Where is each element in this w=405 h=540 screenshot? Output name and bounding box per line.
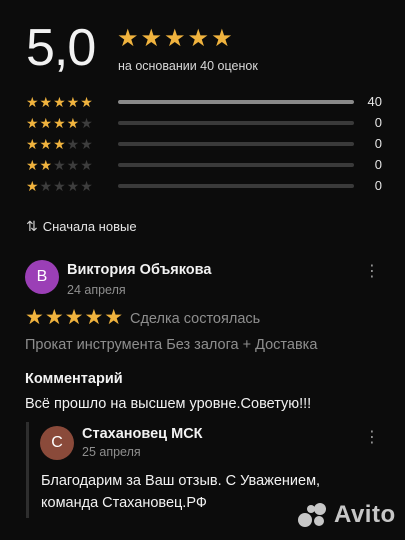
sort-arrows-icon: ⇅ bbox=[26, 218, 38, 234]
avatar[interactable]: В bbox=[25, 260, 59, 294]
review-service[interactable]: Прокат инструмента Без залога + Доставка bbox=[25, 337, 317, 353]
reply-date: 25 апреля bbox=[82, 445, 141, 459]
avito-logo-icon bbox=[298, 503, 328, 527]
breakdown-bar bbox=[118, 184, 354, 188]
comment-heading: Комментарий bbox=[25, 371, 123, 387]
rating-score: 5,0 bbox=[26, 19, 96, 77]
more-options-icon[interactable]: ⋮ bbox=[364, 264, 380, 280]
review-stars-icon: ★★★★★ bbox=[25, 306, 125, 329]
breakdown-count: 0 bbox=[374, 115, 382, 130]
breakdown-stars-icon: ★★★★★ bbox=[26, 136, 94, 152]
breakdown-stars-icon: ★★★★★ bbox=[26, 94, 94, 110]
reply-divider bbox=[26, 422, 29, 518]
sort-button[interactable]: ⇅ Сначала новые bbox=[26, 218, 137, 235]
breakdown-row-1: ★★★★★ 0 bbox=[26, 178, 382, 194]
reply-avatar[interactable]: С bbox=[40, 426, 74, 460]
breakdown-stars-icon: ★★★★★ bbox=[26, 115, 94, 131]
breakdown-row-3: ★★★★★ 0 bbox=[26, 136, 382, 152]
breakdown-count: 0 bbox=[374, 178, 382, 193]
breakdown-stars-icon: ★★★★★ bbox=[26, 178, 94, 194]
breakdown-count: 40 bbox=[367, 94, 382, 109]
review-author[interactable]: Виктория Объякова bbox=[67, 262, 211, 278]
breakdown-bar bbox=[118, 163, 354, 167]
watermark-text: Avito bbox=[334, 501, 396, 528]
reply-author[interactable]: Стахановец МСК bbox=[82, 426, 203, 442]
breakdown-row-5: ★★★★★ 40 bbox=[26, 94, 382, 110]
breakdown-bar bbox=[118, 121, 354, 125]
breakdown-count: 0 bbox=[374, 157, 382, 172]
avito-watermark: Avito bbox=[298, 501, 396, 529]
breakdown-bar bbox=[118, 100, 354, 104]
rating-stars-icon: ★★★★★ bbox=[117, 25, 235, 52]
breakdown-row-4: ★★★★★ 0 bbox=[26, 115, 382, 131]
breakdown-count: 0 bbox=[374, 136, 382, 151]
comment-text: Всё прошло на высшем уровне.Советую!!! bbox=[25, 396, 312, 412]
sort-label: Сначала новые bbox=[42, 219, 137, 234]
review-date: 24 апреля bbox=[67, 283, 126, 297]
breakdown-bar bbox=[118, 142, 354, 146]
more-options-icon[interactable]: ⋮ bbox=[364, 430, 380, 446]
rating-based-on: на основании 40 оценок bbox=[118, 59, 258, 73]
deal-status: Сделка состоялась bbox=[130, 311, 261, 327]
breakdown-stars-icon: ★★★★★ bbox=[26, 157, 94, 173]
breakdown-bar-fill bbox=[118, 100, 354, 104]
breakdown-row-2: ★★★★★ 0 bbox=[26, 157, 382, 173]
